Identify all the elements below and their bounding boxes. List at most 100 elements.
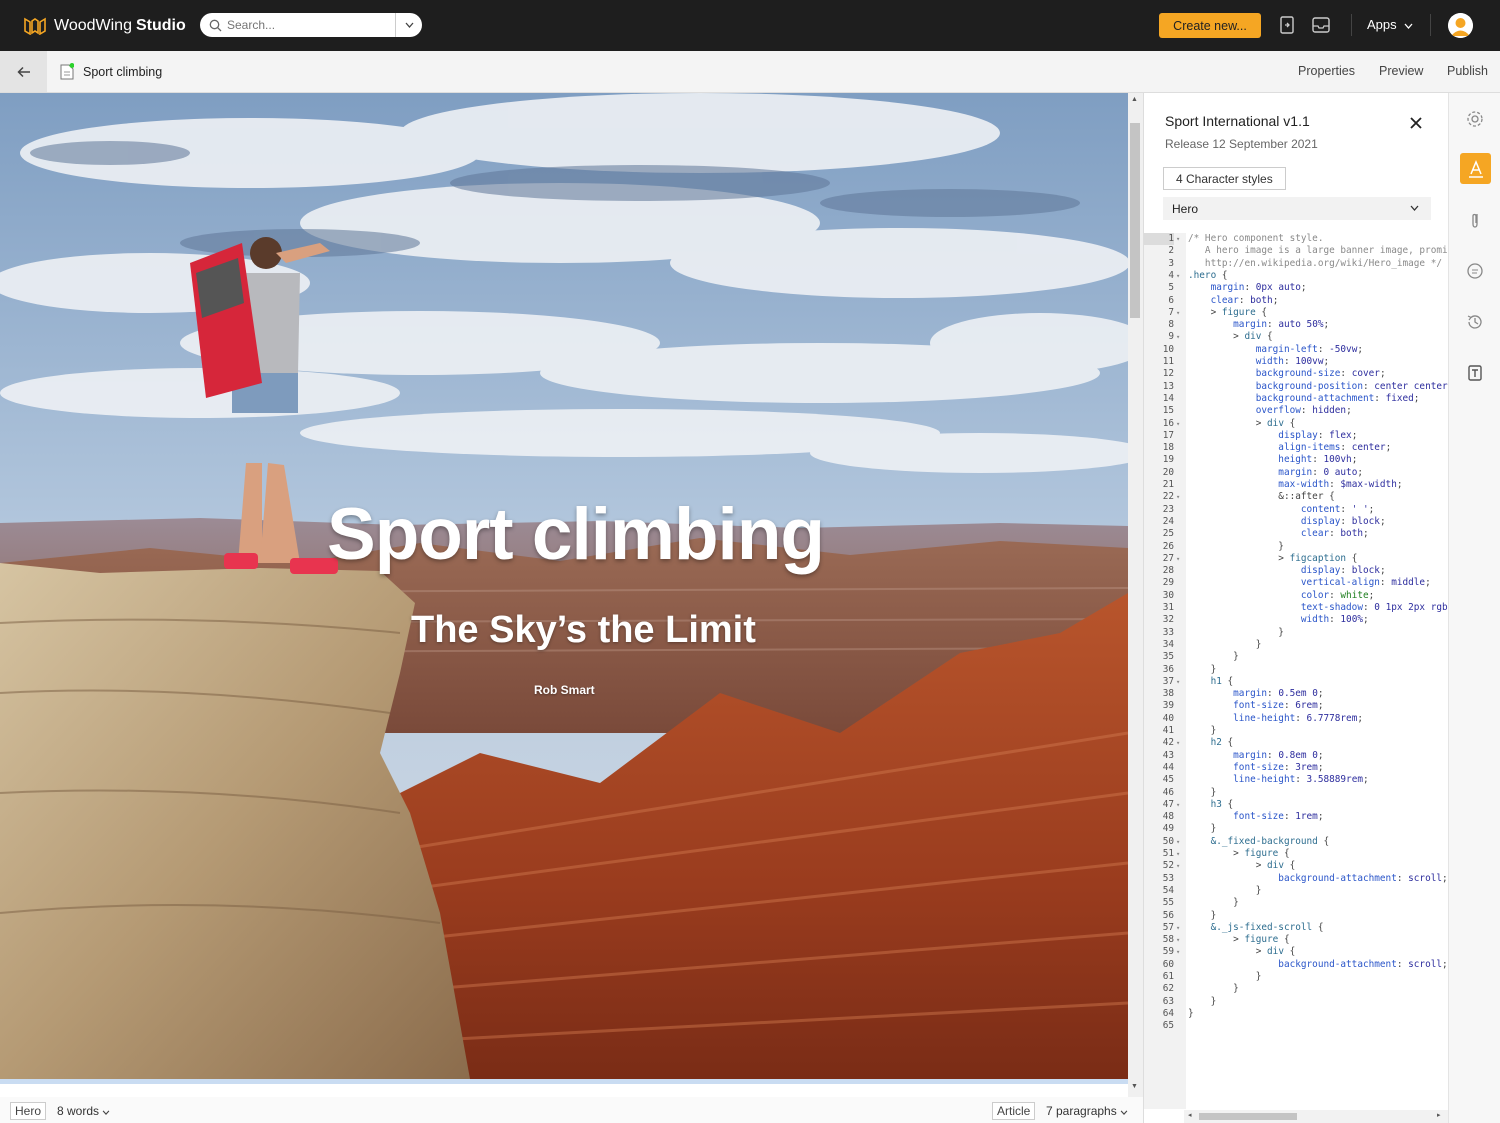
attachment-icon[interactable] — [1465, 210, 1485, 230]
code-line[interactable]: 33 } — [1144, 627, 1449, 639]
text-box-icon[interactable] — [1465, 363, 1485, 383]
fold-toggle-icon[interactable]: ▾ — [1176, 491, 1180, 503]
fold-toggle-icon[interactable]: ▾ — [1176, 848, 1180, 860]
hero-image[interactable] — [0, 93, 1128, 1079]
code-horizontal-scrollbar[interactable]: ◂ ▸ — [1184, 1110, 1449, 1123]
code-line[interactable]: 47 ▾ h3 { — [1144, 799, 1449, 811]
code-line[interactable]: 31 text-shadow: 0 1px 2px rgba(0,0,0,.5)… — [1144, 602, 1449, 614]
code-line[interactable]: 21 max-width: $max-width; — [1144, 479, 1449, 491]
code-line[interactable]: 40 line-height: 6.7778rem; — [1144, 713, 1449, 725]
search-options-dropdown[interactable] — [395, 13, 422, 37]
editor-scrollbar[interactable]: ▲ ▼ — [1128, 93, 1143, 1097]
code-line[interactable]: 38 margin: 0.5em 0; — [1144, 688, 1449, 700]
fold-toggle-icon[interactable]: ▾ — [1176, 860, 1180, 872]
code-line[interactable]: 34 } — [1144, 639, 1449, 651]
code-line[interactable]: 24 display: block; — [1144, 516, 1449, 528]
code-line[interactable]: 35 } — [1144, 651, 1449, 663]
publish-link[interactable]: Publish — [1447, 64, 1488, 78]
code-line[interactable]: 65 — [1144, 1020, 1449, 1032]
code-line[interactable]: 15 overflow: hidden; — [1144, 405, 1449, 417]
code-line[interactable]: 26 } — [1144, 541, 1449, 553]
paragraph-count[interactable]: 7 paragraphs — [1046, 1104, 1128, 1118]
component-select[interactable]: Hero — [1163, 197, 1431, 220]
code-line[interactable]: 30 color: white; — [1144, 590, 1449, 602]
code-line[interactable]: 56 } — [1144, 910, 1449, 922]
code-line[interactable]: 14 background-attachment: fixed; — [1144, 393, 1449, 405]
code-line[interactable]: 58 ▾ > figure { — [1144, 934, 1449, 946]
code-line[interactable]: 60 background-attachment: scroll; — [1144, 959, 1449, 971]
code-line[interactable]: 20 margin: 0 auto; — [1144, 467, 1449, 479]
code-line[interactable]: 4 ▾ .hero { — [1144, 270, 1449, 282]
scrollbar-thumb[interactable] — [1130, 123, 1140, 318]
properties-link[interactable]: Properties — [1298, 64, 1355, 78]
code-line[interactable]: 1 ▾ /* Hero component style. — [1144, 233, 1449, 246]
code-line[interactable]: 6 clear: both; — [1144, 295, 1449, 307]
code-line[interactable]: 39 font-size: 6rem; — [1144, 700, 1449, 712]
fold-toggle-icon[interactable]: ▾ — [1176, 934, 1180, 946]
fold-toggle-icon[interactable]: ▾ — [1176, 676, 1180, 688]
code-line[interactable]: 18 align-items: center; — [1144, 442, 1449, 454]
comment-icon[interactable] — [1465, 261, 1485, 281]
code-line[interactable]: 62 } — [1144, 983, 1449, 995]
code-line[interactable]: 10 margin-left: -50vw; — [1144, 344, 1449, 356]
scrollbar-thumb[interactable] — [1199, 1113, 1297, 1120]
code-line[interactable]: 9 ▾ > div { — [1144, 331, 1449, 343]
code-line[interactable]: 64} — [1144, 1008, 1449, 1020]
create-new-button[interactable]: Create new... — [1159, 13, 1261, 38]
fold-toggle-icon[interactable]: ▾ — [1176, 553, 1180, 565]
fold-toggle-icon[interactable]: ▾ — [1176, 799, 1180, 811]
code-line[interactable]: 5 margin: 0px auto; — [1144, 282, 1449, 294]
code-line[interactable]: 45 line-height: 3.58889rem; — [1144, 774, 1449, 786]
fold-toggle-icon[interactable]: ▾ — [1176, 946, 1180, 958]
settings-icon[interactable] — [1465, 109, 1485, 129]
code-line[interactable]: 42 ▾ h2 { — [1144, 737, 1449, 749]
back-button[interactable] — [0, 51, 47, 92]
user-avatar[interactable] — [1448, 13, 1473, 38]
code-line[interactable]: 53 background-attachment: scroll; — [1144, 873, 1449, 885]
code-line[interactable]: 16 ▾ > div { — [1144, 418, 1449, 430]
fold-toggle-icon[interactable]: ▾ — [1176, 331, 1180, 343]
scroll-left-icon[interactable]: ◂ — [1188, 1111, 1192, 1119]
code-line[interactable]: 61 } — [1144, 971, 1449, 983]
preview-link[interactable]: Preview — [1379, 64, 1423, 78]
code-line[interactable]: 28 display: block; — [1144, 565, 1449, 577]
scroll-up-icon[interactable]: ▲ — [1131, 96, 1138, 103]
code-line[interactable]: 8 margin: auto 50%; — [1144, 319, 1449, 331]
fold-toggle-icon[interactable]: ▾ — [1176, 737, 1180, 749]
code-line[interactable]: 63 } — [1144, 996, 1449, 1008]
word-count[interactable]: 8 words — [57, 1104, 110, 1118]
history-icon[interactable] — [1465, 312, 1485, 332]
code-line[interactable]: 55 } — [1144, 897, 1449, 909]
fold-toggle-icon[interactable]: ▾ — [1176, 307, 1180, 319]
fold-toggle-icon[interactable]: ▾ — [1176, 922, 1180, 934]
code-line[interactable]: 41 } — [1144, 725, 1449, 737]
apps-menu[interactable]: Apps — [1367, 17, 1413, 32]
brand-logo[interactable]: WoodWing Studio — [24, 17, 186, 35]
code-line[interactable]: 52 ▾ > div { — [1144, 860, 1449, 872]
code-line[interactable]: 50 ▾ &._fixed-background { — [1144, 836, 1449, 848]
code-line[interactable]: 17 display: flex; — [1144, 430, 1449, 442]
code-line[interactable]: 7 ▾ > figure { — [1144, 307, 1449, 319]
code-line[interactable]: 27 ▾ > figcaption { — [1144, 553, 1449, 565]
code-line[interactable]: 48 font-size: 1rem; — [1144, 811, 1449, 823]
code-line[interactable]: 22 ▾ &::after { — [1144, 491, 1449, 503]
tray-icon[interactable] — [1311, 15, 1331, 35]
code-line[interactable]: 25 clear: both; — [1144, 528, 1449, 540]
fold-toggle-icon[interactable]: ▾ — [1176, 233, 1180, 245]
character-styles-button[interactable]: 4 Character styles — [1163, 167, 1286, 190]
code-line[interactable]: 13 background-position: center center; — [1144, 381, 1449, 393]
search-input[interactable] — [227, 18, 392, 32]
code-line[interactable]: 57 ▾ &._js-fixed-scroll { — [1144, 922, 1449, 934]
scroll-right-icon[interactable]: ▸ — [1437, 1111, 1441, 1119]
code-line[interactable]: 54 } — [1144, 885, 1449, 897]
code-line[interactable]: 51 ▾ > figure { — [1144, 848, 1449, 860]
code-line[interactable]: 12 background-size: cover; — [1144, 368, 1449, 380]
code-line[interactable]: 2 A hero image is a large banner image, … — [1144, 245, 1449, 257]
article-tag[interactable]: Article — [992, 1102, 1036, 1120]
code-line[interactable]: 46 } — [1144, 787, 1449, 799]
code-line[interactable]: 32 width: 100%; — [1144, 614, 1449, 626]
code-line[interactable]: 11 width: 100vw; — [1144, 356, 1449, 368]
code-line[interactable]: 3 http://en.wikipedia.org/wiki/Hero_imag… — [1144, 258, 1449, 270]
scroll-down-icon[interactable]: ▼ — [1131, 1083, 1138, 1090]
code-line[interactable]: 43 margin: 0.8em 0; — [1144, 750, 1449, 762]
